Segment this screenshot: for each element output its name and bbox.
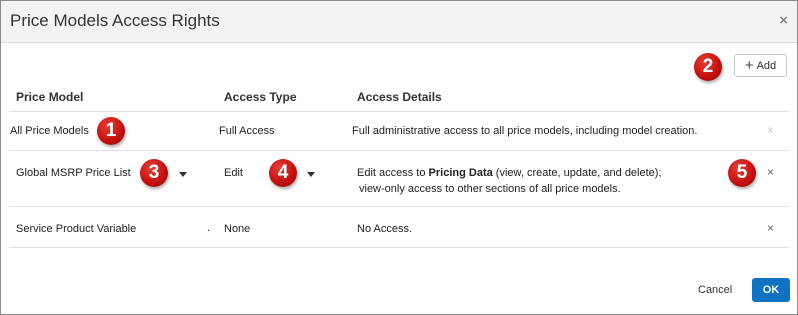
price-model-dropdown-caret-icon[interactable]	[179, 172, 187, 177]
callout-badge-4: 4	[269, 159, 297, 187]
row-2-access-details-line2: view-only access to other sections of al…	[359, 183, 621, 195]
row-divider	[9, 206, 789, 207]
add-button-label: Add	[756, 59, 777, 72]
callout-badge-1: 1	[97, 117, 125, 145]
column-header-access-type: Access Type	[224, 90, 297, 104]
column-header-price-model: Price Model	[16, 90, 84, 104]
price-models-access-dialog: Price Models Access Rights × + Add Price…	[0, 0, 798, 315]
row-3-price-model: Service Product Variable	[16, 223, 137, 235]
row-3-separator: .	[207, 222, 211, 234]
row-2-access-type: Edit	[224, 167, 243, 179]
row-1-price-model: All Price Models	[10, 125, 89, 137]
close-icon[interactable]: ×	[779, 12, 788, 29]
dialog-title: Price Models Access Rights	[10, 11, 220, 30]
pricing-data-emphasis: Pricing Data	[428, 167, 493, 179]
add-button[interactable]: + Add	[734, 54, 787, 77]
row-2-access-details-line1: Edit access to Pricing Data (view, creat…	[357, 167, 662, 179]
header-divider	[9, 111, 789, 112]
callout-badge-5: 5	[728, 159, 756, 187]
row-1-access-type: Full Access	[219, 125, 275, 137]
ok-button[interactable]: OK	[752, 278, 790, 302]
row-3-access-details: No Access.	[357, 223, 413, 235]
cancel-button[interactable]: Cancel	[698, 284, 732, 296]
row-divider	[9, 150, 789, 151]
callout-badge-3: 3	[140, 159, 168, 187]
row-1-remove-icon: ×	[767, 123, 775, 137]
row-2-price-model: Global MSRP Price List	[16, 167, 131, 179]
row-3-remove-icon[interactable]: ×	[767, 221, 774, 235]
dialog-title-bar: Price Models Access Rights ×	[1, 1, 797, 43]
callout-badge-2: 2	[694, 53, 722, 81]
row-1-access-details: Full administrative access to all price …	[352, 125, 698, 137]
access-type-dropdown-caret-icon[interactable]	[307, 172, 315, 177]
row-2-remove-icon[interactable]: ×	[767, 165, 774, 179]
row-divider	[9, 247, 789, 248]
plus-icon: +	[744, 56, 754, 74]
column-header-access-details: Access Details	[357, 90, 442, 104]
row-3-access-type: None	[224, 223, 251, 235]
